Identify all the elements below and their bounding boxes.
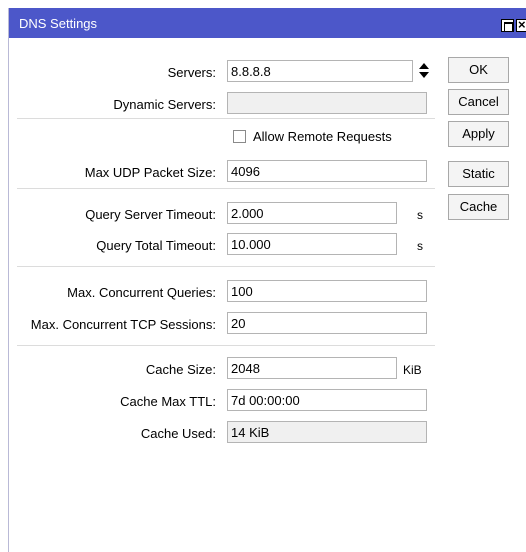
allow-remote-requests-label: Allow Remote Requests [253,129,392,144]
cache-button[interactable]: Cache [448,194,509,220]
maximize-icon[interactable] [501,19,514,32]
query-server-timeout-unit: s [417,208,423,222]
query-total-timeout-unit: s [417,239,423,253]
close-icon[interactable]: × [516,17,526,32]
separator [17,345,435,346]
max-concurrent-tcp-label: Max. Concurrent TCP Sessions: [30,317,216,332]
separator [17,188,435,189]
spin-down-icon[interactable] [419,72,429,78]
dynamic-servers-field [227,92,427,114]
static-button[interactable]: Static [448,161,509,187]
cache-used-label: Cache Used: [140,426,216,441]
servers-label: Servers: [167,65,216,80]
cache-size-input[interactable]: 2048 [227,357,397,379]
query-total-timeout-input[interactable]: 10.000 [227,233,397,255]
dns-settings-window: DNS Settings × Servers: 8.8.8.8 Dynamic … [8,8,526,552]
separator [17,266,435,267]
ok-button[interactable]: OK [448,57,509,83]
max-udp-input[interactable]: 4096 [227,160,427,182]
title-bar[interactable]: DNS Settings × [9,8,526,38]
cache-size-unit: KiB [403,363,422,377]
cache-max-ttl-label: Cache Max TTL: [120,394,216,409]
cache-size-label: Cache Size: [145,362,216,377]
query-server-timeout-input[interactable]: 2.000 [227,202,397,224]
allow-remote-requests-checkbox[interactable] [233,130,246,143]
max-udp-label: Max UDP Packet Size: [84,165,216,180]
cache-used-field: 14 KiB [227,421,427,443]
query-total-timeout-label: Query Total Timeout: [96,238,216,253]
apply-button[interactable]: Apply [448,121,509,147]
max-concurrent-tcp-input[interactable]: 20 [227,312,427,334]
servers-spin-control[interactable] [418,63,430,81]
separator [17,118,435,119]
cancel-button[interactable]: Cancel [448,89,509,115]
max-concurrent-queries-input[interactable]: 100 [227,280,427,302]
query-server-timeout-label: Query Server Timeout: [85,207,216,222]
dynamic-servers-label: Dynamic Servers: [113,97,216,112]
cache-max-ttl-input[interactable]: 7d 00:00:00 [227,389,427,411]
spin-up-icon[interactable] [419,63,429,69]
servers-input[interactable]: 8.8.8.8 [227,60,413,82]
window-title: DNS Settings [19,16,98,31]
max-concurrent-queries-label: Max. Concurrent Queries: [67,285,216,300]
